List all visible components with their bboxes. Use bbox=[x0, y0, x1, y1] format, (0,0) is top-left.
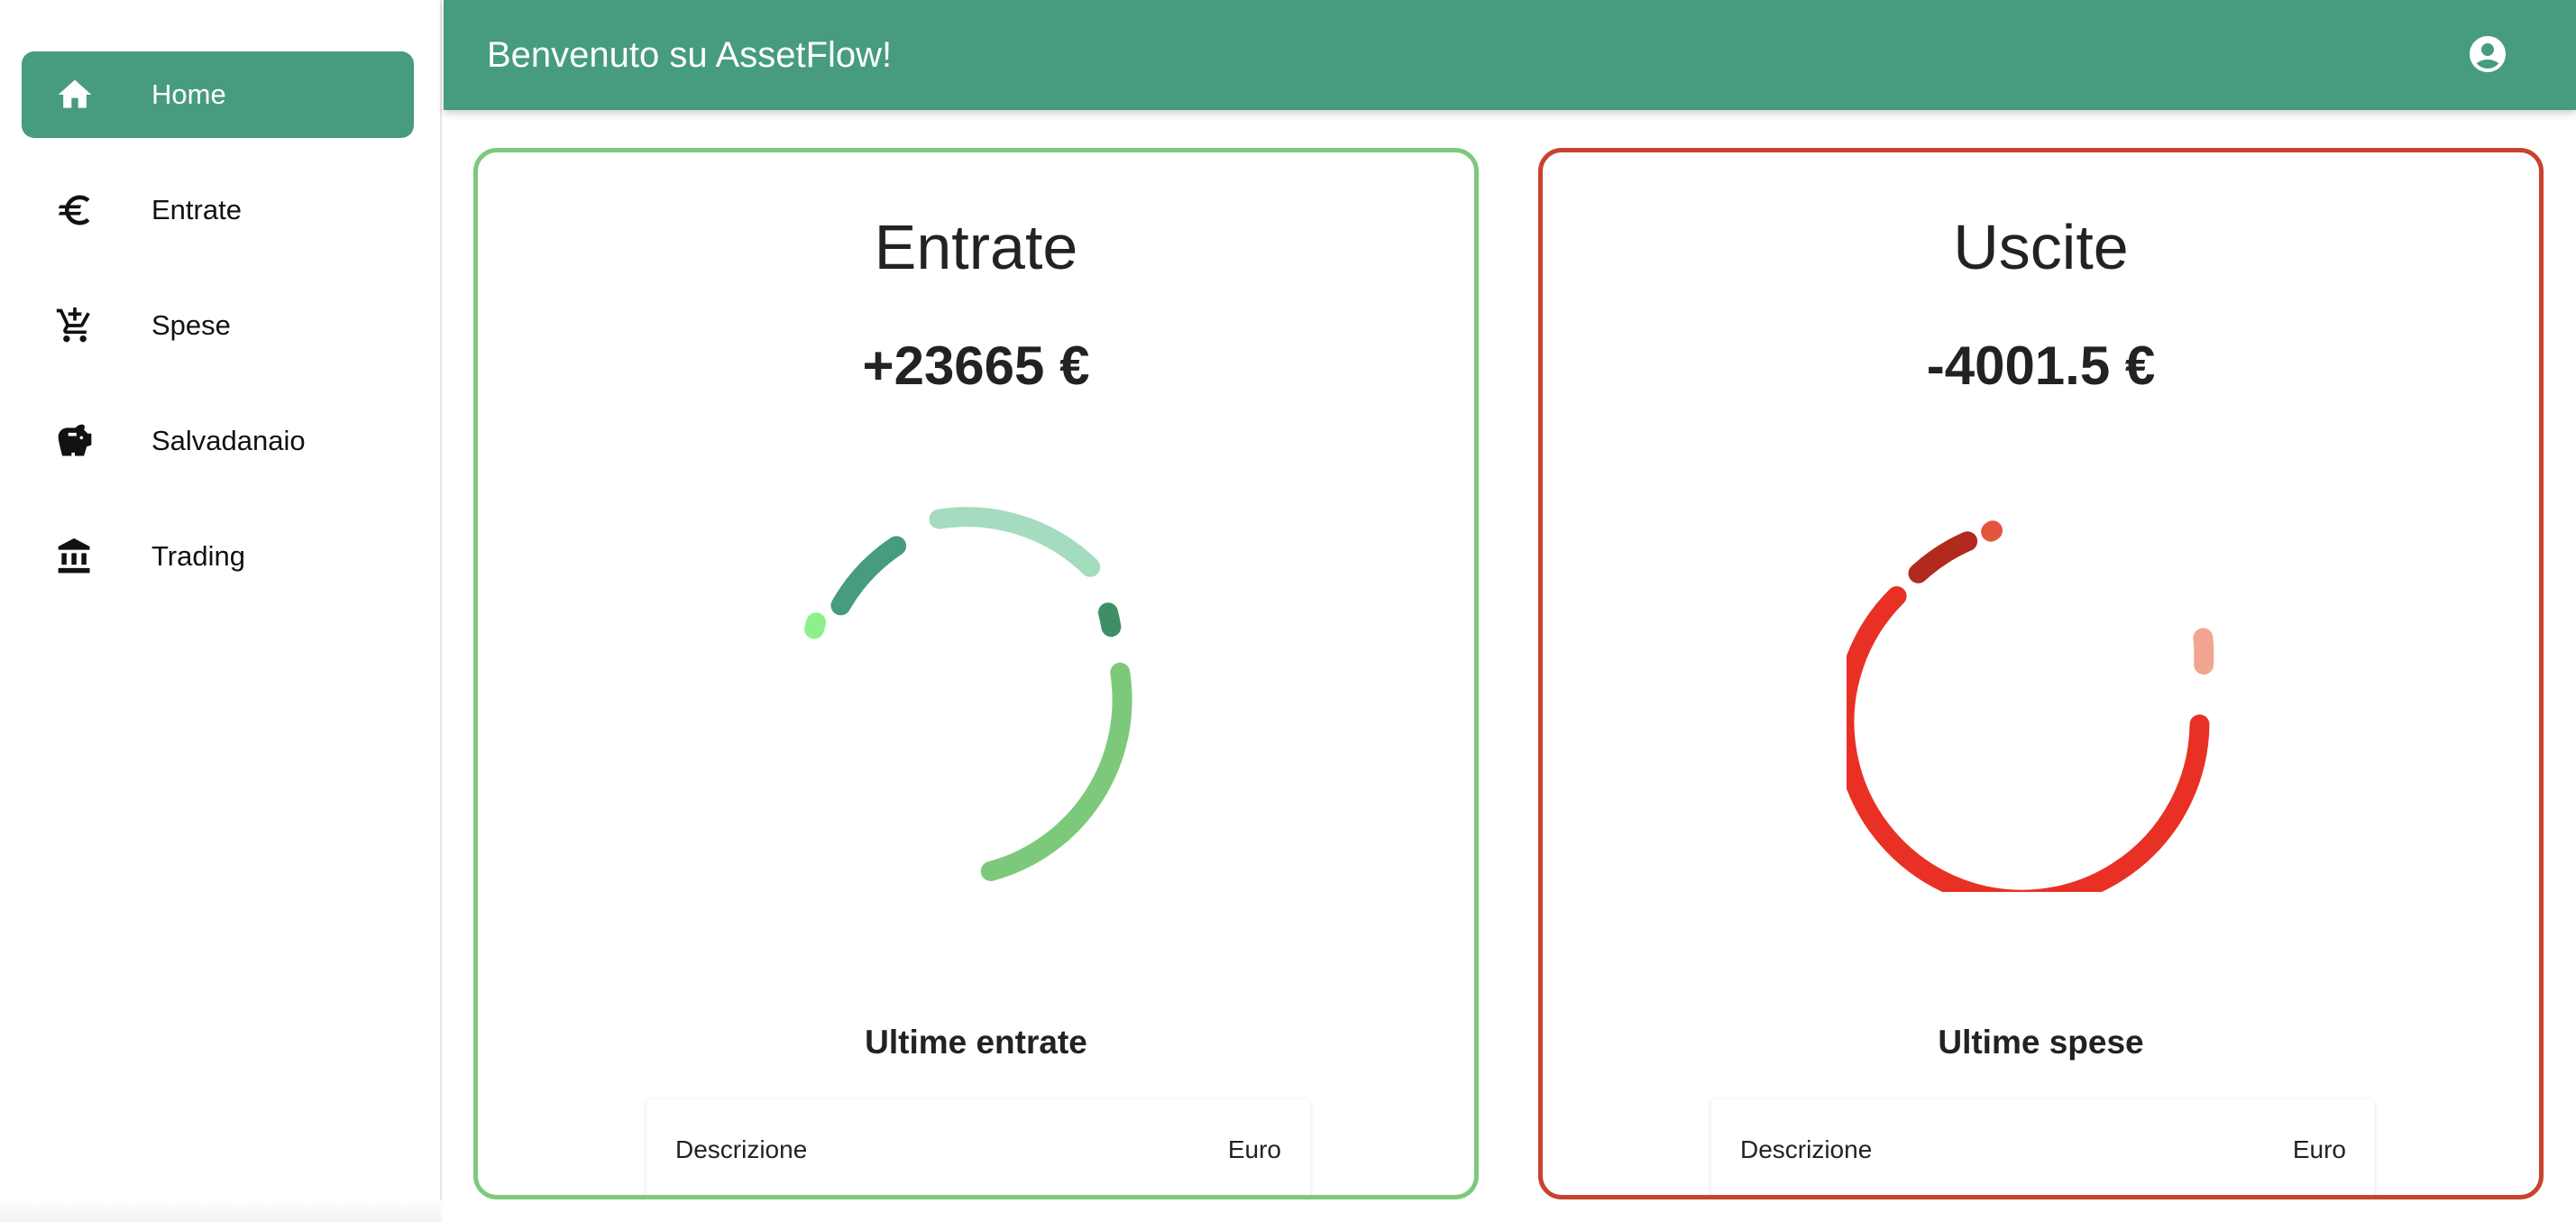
income-segment[interactable] bbox=[980, 662, 1132, 881]
sidebar-item-trading[interactable]: Trading bbox=[22, 513, 414, 600]
sidebar-item-label: Entrate bbox=[151, 194, 242, 225]
sidebar-item-home[interactable]: Home bbox=[22, 51, 414, 138]
income-card: Entrate +23665 € Ultime entrate Descrizi… bbox=[473, 148, 1479, 1199]
expense-segment[interactable] bbox=[1981, 520, 2003, 542]
expense-segment[interactable] bbox=[1908, 531, 1978, 583]
income-segment[interactable] bbox=[1098, 602, 1122, 638]
column-header-euro[interactable]: Euro bbox=[1228, 1135, 1281, 1164]
sidebar-item-spese[interactable]: Spese bbox=[22, 282, 414, 369]
expense-title: Uscite bbox=[1953, 212, 2129, 282]
sidebar-item-label: Spese bbox=[151, 309, 231, 341]
expense-card: Uscite -4001.5 € Ultime spese Descrizion… bbox=[1538, 148, 2544, 1199]
expense-table: Descrizione Euro bbox=[1711, 1099, 2375, 1195]
income-subtitle: Ultime entrate bbox=[865, 1024, 1087, 1061]
column-header-euro[interactable]: Euro bbox=[2293, 1135, 2346, 1164]
income-segment[interactable] bbox=[929, 507, 1101, 577]
expense-segment[interactable] bbox=[2193, 628, 2214, 675]
expense-donut-chart bbox=[1847, 520, 2214, 892]
income-segment[interactable] bbox=[804, 612, 827, 639]
page-title: Benvenuto su AssetFlow! bbox=[487, 34, 893, 75]
expense-total: -4001.5 € bbox=[1926, 335, 2156, 396]
income-segment[interactable] bbox=[830, 536, 907, 616]
income-title: Entrate bbox=[874, 212, 1078, 282]
add-cart-icon bbox=[48, 299, 102, 353]
income-donut-chart bbox=[804, 507, 1132, 881]
sidebar-item-salvadanaio[interactable]: Salvadanaio bbox=[22, 398, 414, 484]
home-icon bbox=[48, 68, 102, 122]
piggy-bank-icon bbox=[48, 414, 102, 468]
income-total: +23665 € bbox=[862, 335, 1090, 396]
account-circle-icon[interactable] bbox=[2466, 32, 2509, 76]
sidebar-item-label: Trading bbox=[151, 540, 245, 572]
bank-icon bbox=[48, 529, 102, 583]
sidebar-bottom-shadow bbox=[0, 1199, 442, 1222]
sidebar-item-label: Home bbox=[151, 78, 226, 110]
euro-icon bbox=[48, 183, 102, 237]
column-header-description[interactable]: Descrizione bbox=[1740, 1135, 1872, 1164]
expense-subtitle: Ultime spese bbox=[1938, 1024, 2144, 1061]
expense-segment[interactable] bbox=[1847, 586, 2210, 892]
income-table: Descrizione Euro bbox=[646, 1099, 1310, 1195]
sidebar-item-label: Salvadanaio bbox=[151, 425, 306, 456]
sidebar: Home Entrate Spese Salvadanaio Trading bbox=[0, 0, 442, 1222]
app-header: Benvenuto su AssetFlow! bbox=[444, 0, 2576, 110]
column-header-description[interactable]: Descrizione bbox=[675, 1135, 807, 1164]
sidebar-item-entrate[interactable]: Entrate bbox=[22, 167, 414, 253]
